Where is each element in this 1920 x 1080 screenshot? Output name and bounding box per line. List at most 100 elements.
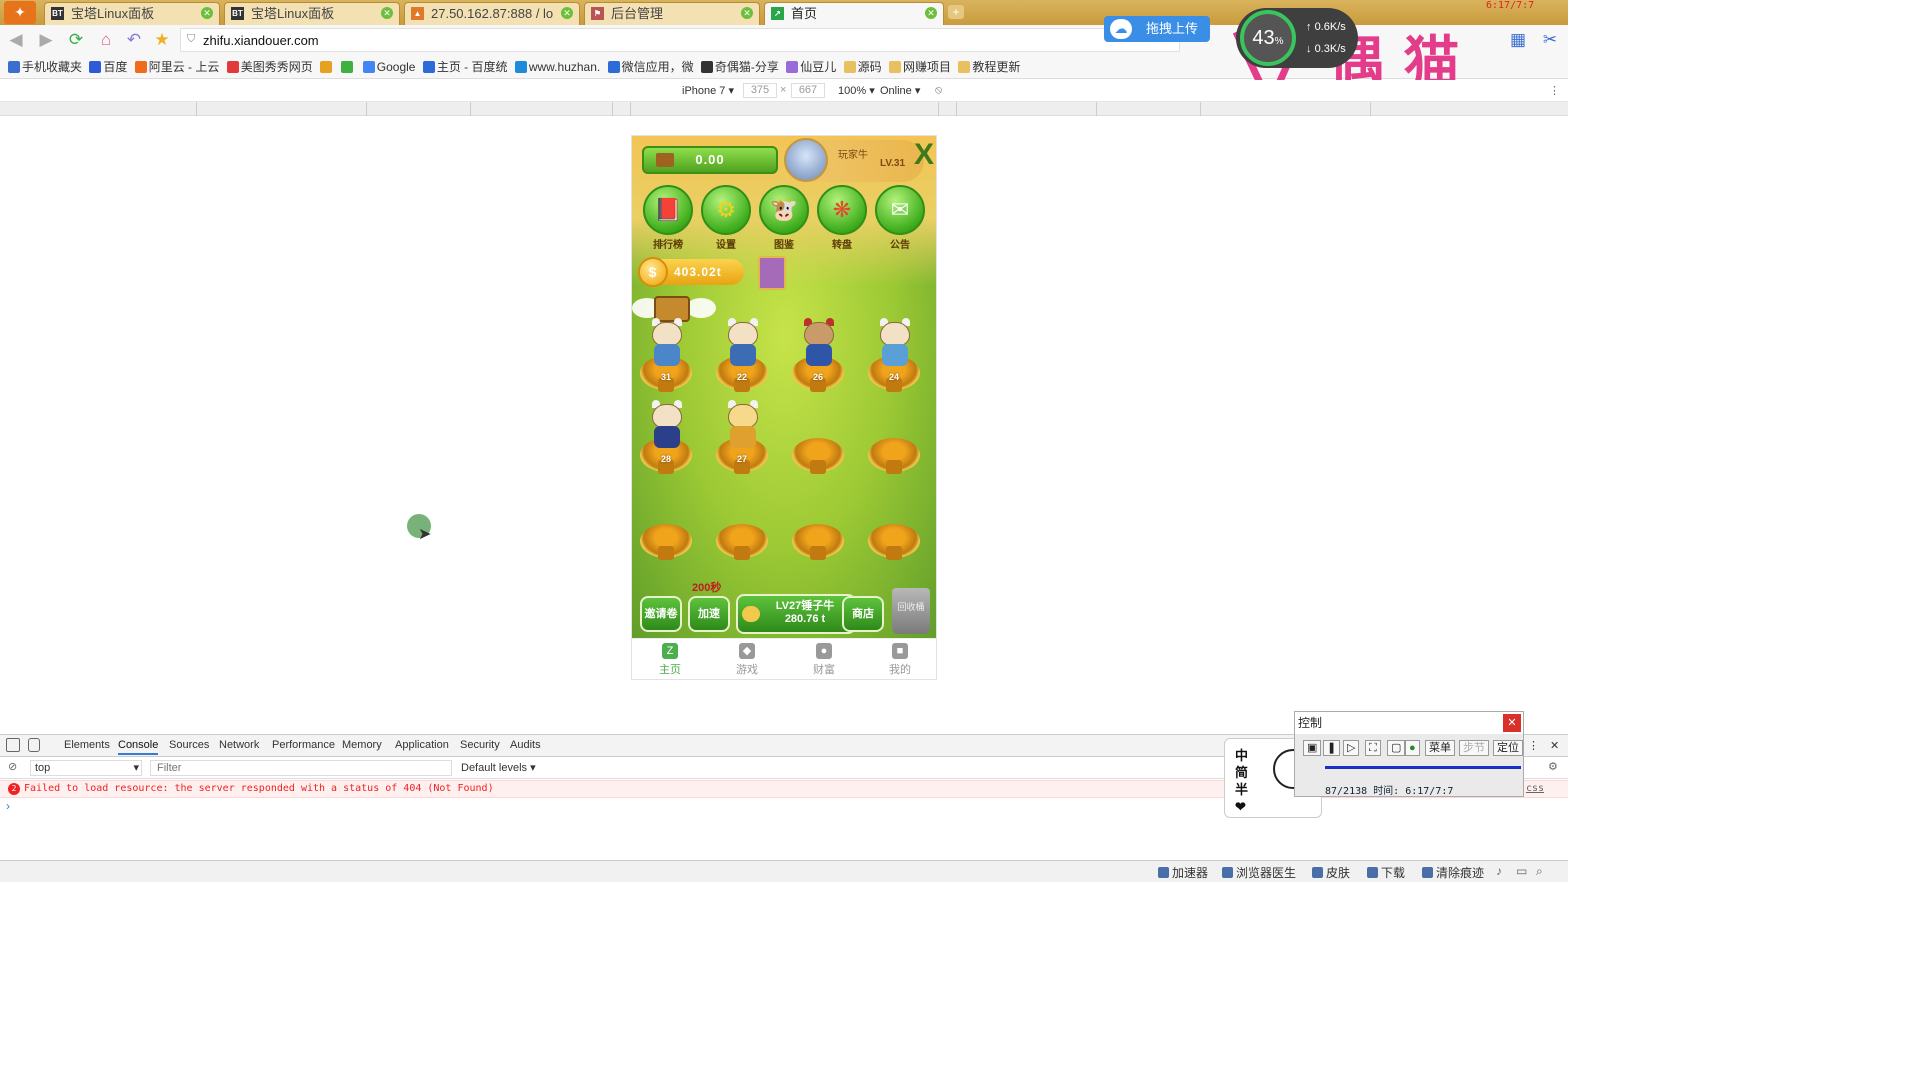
- browser-doctor-button[interactable]: 浏览器医生: [1222, 864, 1296, 881]
- cow-slot[interactable]: 26: [790, 318, 846, 392]
- notice-button[interactable]: ✉ 公告: [874, 185, 926, 251]
- address-bar[interactable]: ⛉ zhifu.xiandouer.com: [180, 28, 1180, 52]
- empty-slot[interactable]: [790, 488, 846, 560]
- media-query-ruler[interactable]: [0, 102, 1568, 116]
- height-input[interactable]: 667: [791, 83, 825, 98]
- devtools-menu-icon[interactable]: ⋮: [1528, 739, 1539, 752]
- gear-icon[interactable]: ⚙: [1548, 760, 1558, 773]
- close-icon[interactable]: ✕: [1503, 714, 1521, 732]
- bookmark-item[interactable]: 奇偶猫-分享: [700, 55, 779, 78]
- bookmark-item[interactable]: Google: [362, 55, 415, 78]
- empty-slot[interactable]: [638, 488, 694, 560]
- book-icon[interactable]: [758, 256, 786, 290]
- pause-icon[interactable]: ❚: [1323, 740, 1341, 756]
- context-select[interactable]: top ▾: [30, 760, 142, 776]
- drag-upload-button[interactable]: ☁ 拖拽上传: [1104, 16, 1210, 42]
- network-speed-widget[interactable]: 43% ↑ 0.6K/s ↓ 0.3K/s: [1236, 8, 1358, 68]
- tab-sources[interactable]: Sources: [169, 739, 209, 751]
- width-input[interactable]: 375: [743, 83, 777, 98]
- leaderboard-button[interactable]: 📕 排行榜: [642, 185, 694, 251]
- locate-button[interactable]: 定位: [1493, 740, 1523, 756]
- bookmark-item[interactable]: www.huzhan.: [514, 55, 600, 78]
- grid-icon[interactable]: ▦: [1508, 30, 1528, 50]
- cow-slot[interactable]: 31: [638, 318, 694, 392]
- bookmark-item[interactable]: 美图秀秀网页: [226, 55, 313, 78]
- stop-icon[interactable]: ▣: [1303, 740, 1322, 756]
- bookmark-item[interactable]: 仙豆儿: [786, 55, 836, 78]
- bookmark-item[interactable]: 主页 - 百度统: [422, 55, 508, 78]
- bookmark-item[interactable]: [320, 55, 334, 78]
- volume-icon[interactable]: ♪: [1496, 864, 1502, 878]
- rotate-icon[interactable]: ⦸: [935, 84, 942, 97]
- speed-up-button[interactable]: 加速: [688, 596, 730, 632]
- inspect-icon[interactable]: [6, 738, 20, 752]
- tab-performance[interactable]: Performance: [272, 739, 335, 751]
- bookmark-item[interactable]: 阿里云 - 上云: [134, 55, 219, 78]
- forward-icon[interactable]: ▶: [36, 30, 56, 50]
- bookmark-item[interactable]: [341, 55, 355, 78]
- tab-home[interactable]: ↗ 首页 ✕: [764, 2, 944, 25]
- tab-profile[interactable]: ■ 我的: [862, 643, 936, 677]
- tab-admin[interactable]: ⚑ 后台管理 ✕: [584, 2, 760, 25]
- cow-slot[interactable]: 28: [638, 400, 694, 474]
- tab-home[interactable]: Z 主页: [632, 643, 708, 677]
- close-icon[interactable]: X: [914, 138, 934, 172]
- balance-bar[interactable]: 0.00: [642, 146, 778, 174]
- empty-slot[interactable]: [714, 488, 770, 560]
- playback-progress-track[interactable]: [1325, 766, 1521, 769]
- tab-server-ip[interactable]: ▲ 27.50.162.87:888 / lo ✕: [404, 2, 580, 25]
- home-icon[interactable]: ⌂: [96, 30, 116, 50]
- bookmark-item[interactable]: 微信应用，微: [607, 55, 694, 78]
- download-button[interactable]: 下载: [1367, 864, 1405, 881]
- zoom-select[interactable]: 100% ▾: [838, 84, 875, 97]
- tools-icon[interactable]: ✂: [1540, 30, 1560, 50]
- tab-audits[interactable]: Audits: [510, 739, 541, 751]
- device-select[interactable]: iPhone 7 ▾: [682, 84, 734, 97]
- cow-slot[interactable]: 22: [714, 318, 770, 392]
- bookmark-item[interactable]: 手机收藏夹: [8, 55, 82, 78]
- tab-security[interactable]: Security: [460, 739, 500, 751]
- close-icon[interactable]: ✕: [381, 7, 393, 19]
- more-options-icon[interactable]: ⋮: [1549, 84, 1560, 97]
- browser-logo-icon[interactable]: ✦: [4, 1, 36, 24]
- tab-games[interactable]: ◆ 游戏: [709, 643, 785, 677]
- new-tab-button[interactable]: +: [948, 5, 964, 19]
- tab-application[interactable]: Application: [395, 739, 449, 751]
- shop-button[interactable]: 商店: [842, 596, 884, 632]
- empty-slot[interactable]: [866, 402, 922, 474]
- bookmark-folder[interactable]: 网赚项目: [888, 55, 951, 78]
- bookmark-item[interactable]: 百度: [89, 55, 127, 78]
- tab-wealth[interactable]: ● 财富: [786, 643, 862, 677]
- cow-slot[interactable]: 27: [714, 400, 770, 474]
- close-icon[interactable]: ✕: [925, 7, 937, 19]
- bookmark-folder[interactable]: 教程更新: [958, 55, 1020, 78]
- tab-memory[interactable]: Memory: [342, 739, 382, 751]
- url-text[interactable]: zhifu.xiandouer.com: [203, 33, 319, 48]
- network-select[interactable]: Online ▾: [880, 84, 920, 97]
- tab-console[interactable]: Console: [118, 739, 159, 755]
- invite-button[interactable]: 邀请卷: [640, 596, 682, 632]
- close-icon[interactable]: ✕: [201, 7, 213, 19]
- wheel-button[interactable]: ❋ 转盘: [816, 185, 868, 251]
- display-icon[interactable]: ▭: [1516, 864, 1527, 878]
- cow-slot[interactable]: 24: [866, 318, 922, 392]
- error-source-link[interactable]: css: [1526, 781, 1544, 797]
- star-icon[interactable]: ★: [152, 30, 172, 50]
- recorder-menu-button[interactable]: 菜单: [1425, 740, 1455, 756]
- buy-cow-button[interactable]: LV27锤子牛 280.76 t: [736, 594, 856, 634]
- close-icon[interactable]: ✕: [741, 7, 753, 19]
- close-icon[interactable]: ✕: [561, 7, 573, 19]
- step-button[interactable]: 步节: [1459, 740, 1489, 756]
- device-toggle-icon[interactable]: [28, 738, 40, 752]
- settings-button[interactable]: ⚙ 设置: [700, 185, 752, 251]
- tab-elements[interactable]: Elements: [64, 739, 110, 751]
- close-icon[interactable]: ✕: [1550, 739, 1559, 752]
- console-prompt[interactable]: ›: [6, 799, 10, 813]
- empty-slot[interactable]: [866, 488, 922, 560]
- zoom-icon[interactable]: ⌕: [1536, 864, 1543, 879]
- filter-input[interactable]: [150, 760, 452, 776]
- game-canvas[interactable]: 0.00 玩家牛 LV.31 X 📕 排行榜 ⚙ 设置 🐮 图鉴 ❋ 转盘 ✉ …: [632, 136, 936, 638]
- globe-icon[interactable]: ●: [1405, 740, 1420, 756]
- empty-slot[interactable]: [790, 402, 846, 474]
- cow-book-button[interactable]: 🐮 图鉴: [758, 185, 810, 251]
